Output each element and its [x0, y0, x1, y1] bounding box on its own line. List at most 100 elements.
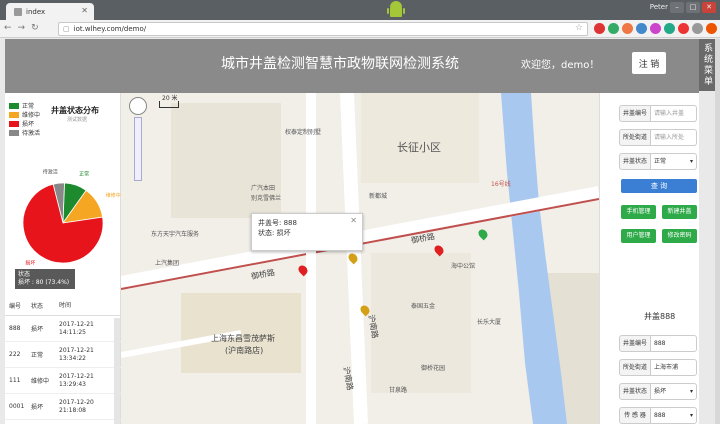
user-manage-button[interactable]: 用户管理 [621, 229, 656, 243]
detail-street-input[interactable]: 上海市浦 [651, 359, 697, 376]
column-header: 编号 [9, 303, 22, 310]
extension-icon[interactable] [650, 23, 661, 34]
field-label: 井盖状态 [619, 383, 651, 400]
back-icon[interactable]: ← [4, 23, 12, 33]
legend-swatch [9, 120, 19, 127]
forward-icon[interactable]: → [18, 23, 26, 33]
street-input[interactable]: 请输入所处 [651, 129, 697, 146]
phone-manage-button[interactable]: 手机管理 [621, 205, 656, 219]
poi-label: 东方天宇汽车服务 [151, 231, 200, 238]
map-pan-control[interactable] [129, 97, 147, 115]
extension-icon[interactable] [622, 23, 633, 34]
metro-line-label: 16号线 [491, 181, 511, 188]
map-area-label: 长征小区 [397, 141, 441, 154]
cell-status: 损坏 [31, 326, 44, 333]
address-bar: ← → ↻ ▢ iot.wlhey.com/demo/ ☆ [0, 20, 720, 38]
logout-button[interactable]: 注 销 [632, 52, 666, 74]
maximize-button[interactable]: □ [686, 2, 700, 13]
detail-title: 井盖888 [644, 312, 676, 321]
status-select[interactable]: 正常 ▾ [651, 153, 697, 170]
tooltip-value: 损坏 : 80 (73.4%) [18, 279, 70, 286]
time-clock: 13:29:43 [59, 380, 86, 388]
detail-id-input[interactable]: 888 [651, 335, 697, 352]
poi-label: 泰国五金 [411, 303, 436, 310]
extension-icon[interactable] [706, 23, 717, 34]
info-title: 井盖号: 888 [258, 219, 297, 227]
url-text: iot.wlhey.com/demo/ [73, 25, 147, 33]
poi-label: 长乐大厦 [477, 319, 502, 326]
poi-label: 甘泉路 [389, 387, 408, 394]
user-name: Peter [649, 3, 668, 11]
detail-sensor-select[interactable]: 888 ▾ [651, 407, 697, 424]
select-value: 888 [654, 412, 666, 419]
star-icon[interactable]: ☆ [575, 23, 583, 33]
new-manhole-button[interactable]: 新建井盖 [662, 205, 697, 219]
detail-status-select[interactable]: 损坏 ▾ [651, 383, 697, 400]
column-header: 状态 [31, 303, 44, 310]
legend-item[interactable]: 正常 [9, 101, 40, 110]
query-button[interactable]: 查 询 [621, 179, 697, 193]
extension-icon[interactable] [636, 23, 647, 34]
poi-label: 御桥花园 [421, 365, 446, 372]
android-icon [387, 1, 405, 17]
cell-time: 2017-12-20 21:18:08 [59, 399, 115, 415]
field-label: 井盖编号 [619, 335, 651, 352]
extension-icon[interactable] [594, 23, 605, 34]
field-label: 传 感 器 [619, 407, 651, 424]
cell-time: 2017-12-21 14:11:25 [59, 321, 115, 337]
table-row[interactable]: 222 正常 2017-12-21 13:34:22 [5, 342, 121, 368]
extension-icon[interactable] [608, 23, 619, 34]
table-row[interactable]: 111 维修中 2017-12-21 13:29:43 [5, 368, 121, 394]
legend-label: 维修中 [22, 112, 41, 119]
browser-tab[interactable]: index ✕ [6, 3, 94, 20]
page-icon [14, 7, 22, 16]
legend-item[interactable]: 待激活 [9, 128, 40, 137]
time-clock: 13:34:22 [59, 354, 86, 362]
table-scrollbar[interactable] [114, 318, 120, 424]
field-label: 所处街道 [619, 359, 651, 376]
cell-status: 损坏 [31, 404, 44, 411]
field-label: 井盖编号 [619, 105, 651, 122]
url-field[interactable]: ▢ iot.wlhey.com/demo/ ☆ [58, 22, 588, 36]
legend-item[interactable]: 维修中 [9, 110, 40, 119]
table-row[interactable]: 0001 损坏 2017-12-20 21:18:08 [5, 394, 121, 420]
table-header: 编号 状态 时间 [5, 296, 121, 316]
chevron-down-icon: ▾ [689, 412, 693, 419]
extension-icon[interactable] [664, 23, 675, 34]
slice-label: 损坏 [25, 260, 35, 267]
cell-id: 222 [9, 351, 21, 358]
time-date: 2017-12-21 [59, 346, 94, 354]
cell-status: 维修中 [31, 378, 50, 385]
map-view[interactable]: 20 米 长征小区 16号线 御桥路 御桥路 沪南路 沪南路 上海东昌雪茂萨斯 … [121, 93, 599, 424]
legend-swatch [9, 129, 19, 136]
table-row[interactable]: 888 损坏 2017-12-21 14:11:25 [5, 316, 121, 342]
legend-label: 正常 [22, 103, 35, 110]
status-table: 编号 状态 时间 888 损坏 2017-12-21 14:11:25 222 正… [5, 296, 121, 420]
manhole-id-input[interactable]: 请输入井盖 [651, 105, 697, 122]
change-password-button[interactable]: 修改密码 [662, 229, 697, 243]
place-label: 上海东昌雪茂萨斯 [211, 334, 275, 343]
poi-label: 别克雪佛兰 [251, 195, 282, 202]
page-scrollbar[interactable] [715, 39, 720, 424]
poi-label: 新都城 [369, 193, 388, 200]
minimize-button[interactable]: – [670, 2, 684, 13]
reload-icon[interactable]: ↻ [31, 23, 39, 33]
close-icon[interactable]: ✕ [81, 6, 88, 15]
field-label: 所处街道 [619, 129, 651, 146]
legend-label: 损坏 [22, 121, 35, 128]
legend-swatch [9, 111, 19, 118]
extension-icon[interactable] [678, 23, 689, 34]
browser-window: index ✕ Peter – □ ✕ ← → ↻ ▢ iot.wlhey.co… [0, 0, 720, 424]
close-window-button[interactable]: ✕ [702, 2, 716, 13]
select-value: 正常 [654, 158, 667, 165]
map-zoom-slider[interactable] [134, 117, 142, 181]
close-icon[interactable]: ✕ [350, 216, 357, 226]
app-header: 城市井盖检测智慧市政物联网检测系统 欢迎您，demo！ 注 销 [5, 39, 699, 93]
extension-icon[interactable] [692, 23, 703, 34]
select-value: 损坏 [654, 388, 667, 395]
cell-id: 888 [9, 325, 21, 332]
poi-label: 上汽集团 [155, 260, 180, 267]
legend-item[interactable]: 损坏 [9, 119, 40, 128]
status-field: 井盖状态 正常 ▾ [619, 153, 697, 170]
system-menu-button[interactable]: 系统菜单 [699, 39, 715, 91]
